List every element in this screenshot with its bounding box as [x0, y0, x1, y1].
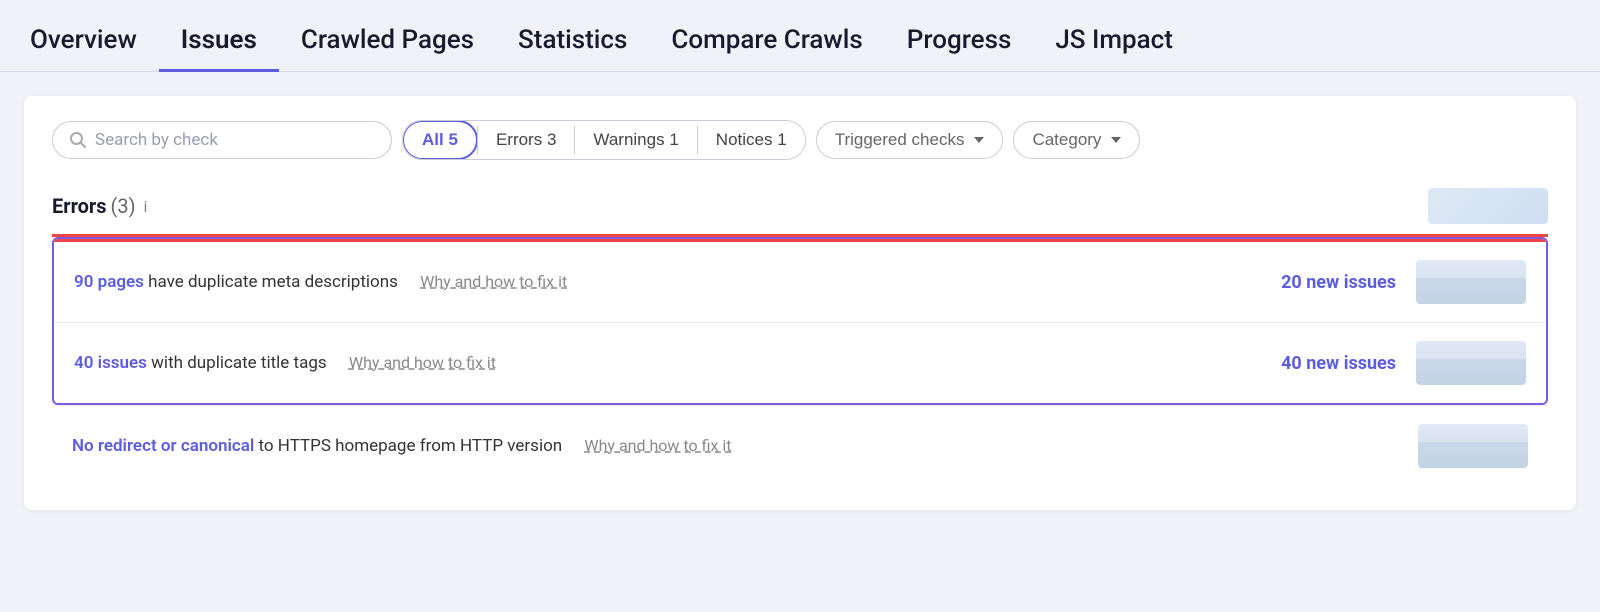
- issue-text-3: No redirect or canonical to HTTPS homepa…: [72, 436, 1238, 456]
- tab-overview[interactable]: Overview: [30, 25, 159, 72]
- errors-section-header: Errors (3) i: [52, 188, 1548, 237]
- tab-issues[interactable]: Issues: [159, 25, 279, 72]
- issue-link-3[interactable]: No redirect or canonical: [72, 436, 254, 456]
- chip-errors[interactable]: Errors 3: [478, 122, 574, 158]
- section-count: (3): [110, 194, 135, 218]
- chip-notices[interactable]: Notices 1: [698, 122, 805, 158]
- tab-compare-crawls[interactable]: Compare Crawls: [649, 25, 884, 72]
- issue-link-2[interactable]: 40 issues: [74, 353, 147, 373]
- issue-row-2: 40 issues with duplicate title tags Why …: [54, 323, 1546, 403]
- issue-desc-2: with duplicate title tags: [147, 353, 327, 373]
- chip-all[interactable]: All 5: [402, 120, 478, 160]
- tab-progress[interactable]: Progress: [885, 25, 1034, 72]
- why-link-1[interactable]: Why and how to fix it: [420, 272, 567, 291]
- tab-statistics[interactable]: Statistics: [496, 25, 649, 72]
- issue-text-1: 90 pages have duplicate meta description…: [74, 272, 1236, 292]
- tab-js-impact[interactable]: JS Impact: [1033, 25, 1195, 72]
- why-link-2[interactable]: Why and how to fix it: [349, 353, 496, 372]
- tab-crawled-pages[interactable]: Crawled Pages: [279, 25, 496, 72]
- section-chart: [1428, 188, 1548, 224]
- chip-warnings[interactable]: Warnings 1: [575, 122, 696, 158]
- issue-row-1: 90 pages have duplicate meta description…: [54, 239, 1546, 323]
- row-chart-2: [1416, 341, 1526, 385]
- top-navigation: Overview Issues Crawled Pages Statistics…: [0, 0, 1600, 72]
- section-title: Errors: [52, 194, 106, 218]
- issue-link-1[interactable]: 90 pages: [74, 272, 144, 292]
- issue-text-2: 40 issues with duplicate title tags Why …: [74, 353, 1236, 373]
- issue-desc-1: have duplicate meta descriptions: [144, 272, 398, 292]
- search-box[interactable]: Search by check: [52, 121, 392, 159]
- new-issues-badge-2: 40 new issues: [1236, 353, 1396, 374]
- info-icon[interactable]: i: [144, 197, 148, 216]
- row-chart-1: [1416, 260, 1526, 304]
- row-chart-3: [1418, 424, 1528, 468]
- search-placeholder: Search by check: [95, 130, 218, 150]
- triggered-checks-dropdown[interactable]: Triggered checks: [816, 121, 1004, 159]
- highlighted-issues-group: 90 pages have duplicate meta description…: [52, 237, 1548, 405]
- issues-container: 90 pages have duplicate meta description…: [52, 237, 1548, 486]
- issue-desc-3: to HTTPS homepage from HTTP version: [254, 436, 562, 456]
- main-panel: Search by check All 5 Errors 3 Warnings …: [24, 96, 1576, 510]
- chevron-down-icon: [974, 137, 984, 143]
- filter-chips: All 5 Errors 3 Warnings 1 Notices 1: [402, 120, 806, 160]
- issue-row-3: No redirect or canonical to HTTPS homepa…: [52, 405, 1548, 486]
- filter-bar: Search by check All 5 Errors 3 Warnings …: [52, 120, 1548, 160]
- why-link-3[interactable]: Why and how to fix it: [584, 436, 731, 455]
- category-dropdown[interactable]: Category: [1013, 121, 1140, 159]
- new-issues-badge-1: 20 new issues: [1236, 272, 1396, 293]
- chevron-down-icon-2: [1111, 137, 1121, 143]
- search-icon: [69, 131, 87, 149]
